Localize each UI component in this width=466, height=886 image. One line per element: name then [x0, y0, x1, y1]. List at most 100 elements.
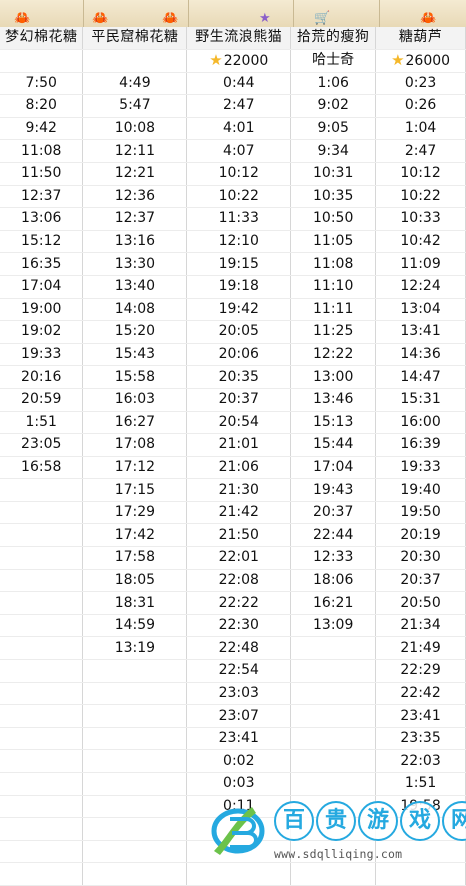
- time-cell: 14:59: [82, 614, 188, 638]
- price-cell: 哈士奇: [290, 49, 377, 73]
- time-cell: [82, 749, 188, 773]
- time-cell: 1:51: [375, 772, 466, 796]
- time-cell: 20:54: [186, 411, 292, 435]
- time-cell: 17:15: [82, 478, 188, 502]
- price-cell: [0, 49, 84, 73]
- star-icon: ★: [209, 50, 223, 69]
- time-cell: 12:37: [0, 185, 84, 209]
- time-cell: 19:33: [375, 456, 466, 480]
- time-cell: 16:21: [290, 591, 377, 615]
- time-cell: 20:50: [375, 591, 466, 615]
- table-row: 23:05 17:08 21:01 15:44 16:39: [0, 433, 466, 457]
- time-cell: 19:33: [0, 343, 84, 367]
- time-cell: 13:00: [290, 365, 377, 389]
- table-row: 19:02 15:20 20:05 11:25 13:41: [0, 320, 466, 344]
- table-row: 23:41 23:35: [0, 727, 466, 751]
- cart-icon: 🛒: [314, 11, 331, 26]
- time-cell: 11:50: [0, 162, 84, 186]
- table-row: 20:59 16:03 20:37 13:46 15:31: [0, 388, 466, 412]
- time-cell: 22:42: [375, 682, 466, 706]
- time-cell: 23:41: [375, 704, 466, 728]
- time-cell: 4:01: [186, 117, 292, 141]
- time-cell: 21:49: [375, 636, 466, 661]
- time-cell: 15:12: [0, 230, 84, 254]
- table-row: 0:03 1:51: [0, 772, 466, 796]
- time-cell: [0, 817, 84, 841]
- time-cell: [82, 795, 188, 819]
- time-cell: 21:30: [186, 478, 292, 502]
- price-cell: ★26000: [375, 49, 466, 73]
- table-row: 11:50 12:21 10:12 10:31 10:12: [0, 162, 466, 186]
- time-cell: 11:11: [290, 298, 377, 322]
- time-cell: 20:37: [375, 569, 466, 593]
- time-cell: 16:58: [0, 456, 84, 480]
- header-art-3: ★: [189, 0, 294, 27]
- time-cell: [0, 862, 84, 886]
- time-cell: 15:58: [82, 365, 188, 389]
- time-cell: 0:26: [375, 94, 466, 118]
- table-row: 0:02 22:03: [0, 749, 466, 773]
- time-cell: 9:02: [290, 94, 377, 118]
- table-row: 22:54 22:29: [0, 659, 466, 683]
- time-cell: 12:10: [186, 230, 292, 254]
- time-cell: 4:07: [186, 139, 292, 163]
- watermark-char: 游: [358, 801, 398, 841]
- time-cell: 15:43: [82, 343, 188, 367]
- time-cell: [0, 840, 84, 864]
- watermark-char: 网: [442, 801, 466, 841]
- crab-icon: 🦀: [92, 11, 109, 26]
- time-cell: 22:22: [186, 591, 292, 615]
- time-cell: 10:12: [186, 162, 292, 186]
- time-cell: 4:49: [82, 72, 188, 96]
- header-art-4: 🛒: [294, 0, 380, 27]
- watermark-char: 贵: [316, 801, 356, 841]
- time-cell: 21:42: [186, 501, 292, 525]
- time-cell: 21:50: [186, 523, 292, 548]
- table-row: 12:37 12:36 10:22 10:35 10:22: [0, 185, 466, 209]
- time-cell: [0, 523, 84, 548]
- time-cell: 22:03: [375, 749, 466, 773]
- time-cell: 17:29: [82, 501, 188, 525]
- column-header: 拾荒的瘦狗: [290, 27, 377, 50]
- table-row: 11:08 12:11 4:07 9:34 2:47: [0, 139, 466, 163]
- time-cell: 19:15: [186, 252, 292, 276]
- time-cell: 8:20: [0, 94, 84, 118]
- time-cell: 22:30: [186, 614, 292, 638]
- time-cell: 12:36: [82, 185, 188, 209]
- time-cell: 1:51: [0, 411, 84, 435]
- time-cell: [0, 636, 84, 661]
- time-cell: 17:08: [82, 433, 188, 457]
- time-cell: 10:12: [375, 162, 466, 186]
- time-cell: 19:18: [186, 275, 292, 299]
- time-cell: 21:34: [375, 614, 466, 638]
- crab-icon: 🦀: [162, 11, 179, 26]
- table-row: 1:51 16:27 20:54 15:13 16:00: [0, 411, 466, 435]
- table-row: 15:12 13:16 12:10 11:05 10:42: [0, 230, 466, 254]
- time-cell: 17:58: [82, 546, 188, 570]
- table-row: 13:19 22:48 21:49: [0, 636, 466, 661]
- time-cell: 22:44: [290, 523, 377, 548]
- time-cell: 2:47: [186, 94, 292, 118]
- time-cell: [0, 795, 84, 819]
- time-cell: 11:33: [186, 207, 292, 231]
- time-cell: [82, 840, 188, 864]
- time-cell: 10:35: [290, 185, 377, 209]
- time-cell: 13:04: [375, 298, 466, 322]
- time-cell: 19:43: [290, 478, 377, 502]
- time-cell: 15:13: [290, 411, 377, 435]
- time-cell: 10:22: [375, 185, 466, 209]
- time-cell: 19:42: [186, 298, 292, 322]
- price-cell: [82, 49, 188, 73]
- starfish-icon: ★: [259, 11, 271, 26]
- price-cell: ★22000: [186, 49, 292, 73]
- time-cell: [0, 772, 84, 796]
- time-cell: 23:41: [186, 727, 292, 751]
- watermark-char: 百: [274, 801, 314, 841]
- time-cell: [290, 772, 377, 796]
- star-icon: ★: [391, 50, 405, 69]
- time-cell: 22:08: [186, 569, 292, 593]
- time-cell: [0, 659, 84, 683]
- time-cell: 9:05: [290, 117, 377, 141]
- time-cell: 17:42: [82, 523, 188, 548]
- time-cell: [0, 591, 84, 615]
